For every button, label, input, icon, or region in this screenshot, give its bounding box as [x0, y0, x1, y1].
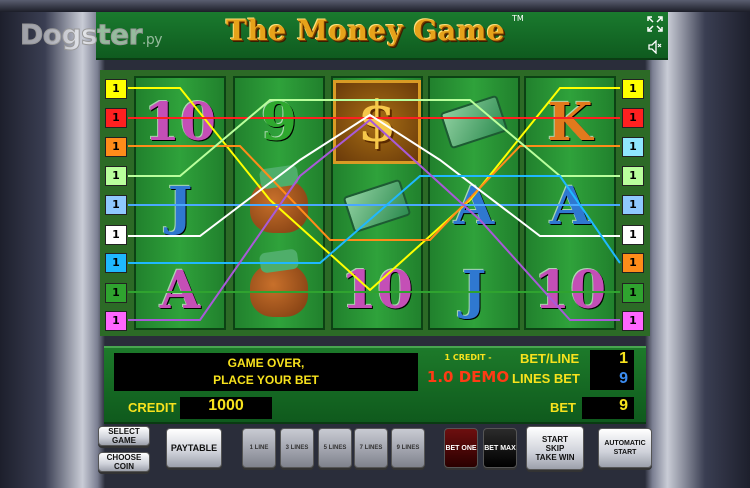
- line-label-left-6: 1: [105, 225, 127, 245]
- cabinet-top: [0, 0, 750, 12]
- symbol-k: K: [547, 91, 593, 153]
- line-label-right-8: 1: [622, 283, 644, 303]
- cash-bundle-icon: [430, 80, 518, 164]
- line-label-left-2: 1: [105, 108, 127, 128]
- cash-bundle-icon: [333, 164, 421, 248]
- money-bag-icon: [235, 164, 323, 248]
- 5-lines-button[interactable]: 5 LINES: [318, 428, 352, 468]
- line-label-left-8: 1: [105, 283, 127, 303]
- status-message: GAME OVER, PLACE YOUR BET: [114, 353, 418, 391]
- watermark: Dogster.ру: [20, 18, 163, 52]
- reel-area: 10 J A 9 $ 10 A J K A 10: [100, 70, 650, 336]
- line-label-right-1: 1: [622, 79, 644, 99]
- 1-line-button[interactable]: 1 LINE: [242, 428, 276, 468]
- line-label-right-6: 1: [622, 225, 644, 245]
- symbol-a: A: [549, 175, 591, 237]
- bet-max-button[interactable]: BET MAX: [483, 428, 517, 468]
- line-label-left-1: 1: [105, 79, 127, 99]
- speaker-icon[interactable]: [645, 39, 665, 60]
- line-label-right-4: 1: [622, 166, 644, 186]
- reel-4: A J: [428, 76, 520, 330]
- line-label-left-9: 1: [105, 311, 127, 331]
- skip-label: SKIP: [545, 443, 565, 453]
- credit-value: 1000: [180, 397, 272, 419]
- fullscreen-icon[interactable]: [645, 16, 665, 36]
- symbol-10: 10: [143, 91, 217, 153]
- reel-5: K A 10: [524, 76, 616, 330]
- credit-rate: 1 CREDIT -: [444, 353, 492, 362]
- symbol-j: J: [461, 259, 487, 321]
- line-label-right-3: 1: [622, 137, 644, 157]
- take-win-label: TAKE WIN: [535, 452, 575, 462]
- start-label: START: [541, 434, 569, 444]
- game-title: The Money Game: [226, 14, 506, 47]
- 7-lines-button[interactable]: 7 LINES: [354, 428, 388, 468]
- credit-label: CREDIT: [128, 400, 177, 415]
- reel-3: $ 10: [331, 76, 423, 330]
- symbol-10: 10: [340, 259, 414, 321]
- line-label-left-3: 1: [105, 137, 127, 157]
- select-game-button[interactable]: SELECT GAME: [98, 426, 150, 446]
- dollar-icon: $: [333, 80, 421, 164]
- cash-bundle-icon: [235, 248, 323, 332]
- symbol-a: A: [159, 259, 201, 321]
- paytable-button[interactable]: PAYTABLE: [166, 428, 222, 468]
- line-label-left-4: 1: [105, 166, 127, 186]
- line-label-left-5: 1: [105, 195, 127, 215]
- demo-value: 1.0 DEMO: [426, 368, 510, 386]
- lines-bet-label: LINES BET: [512, 371, 580, 386]
- bet-label: BET: [550, 400, 576, 415]
- symbol-10: 10: [533, 259, 607, 321]
- line-label-right-2: 1: [622, 108, 644, 128]
- symbol-a: A: [453, 175, 495, 237]
- line-label-right-5: 1: [622, 195, 644, 215]
- 3-lines-button[interactable]: 3 LINES: [280, 428, 314, 468]
- start-button[interactable]: START SKIP TAKE WIN: [526, 426, 584, 470]
- line-label-left-7: 1: [105, 253, 127, 273]
- trademark: TM: [512, 14, 524, 23]
- reel-2: 9: [233, 76, 325, 330]
- choose-coin-button[interactable]: CHOOSE COIN: [98, 452, 150, 472]
- reel-1: 10 J A: [134, 76, 226, 330]
- line-label-right-9: 1: [622, 311, 644, 331]
- bet-value: 9: [582, 397, 634, 419]
- bet-line-value: 1: [590, 350, 634, 370]
- 9-lines-button[interactable]: 9 LINES: [391, 428, 425, 468]
- bet-one-button[interactable]: BET ONE: [444, 428, 478, 468]
- automatic-start-button[interactable]: AUTOMATIC START: [598, 428, 652, 468]
- bet-line-label: BET/LINE: [520, 351, 580, 366]
- lines-bet-value: 9: [590, 370, 634, 390]
- symbol-9: 9: [260, 91, 298, 153]
- line-label-right-7: 1: [622, 253, 644, 273]
- symbol-j: J: [167, 175, 193, 237]
